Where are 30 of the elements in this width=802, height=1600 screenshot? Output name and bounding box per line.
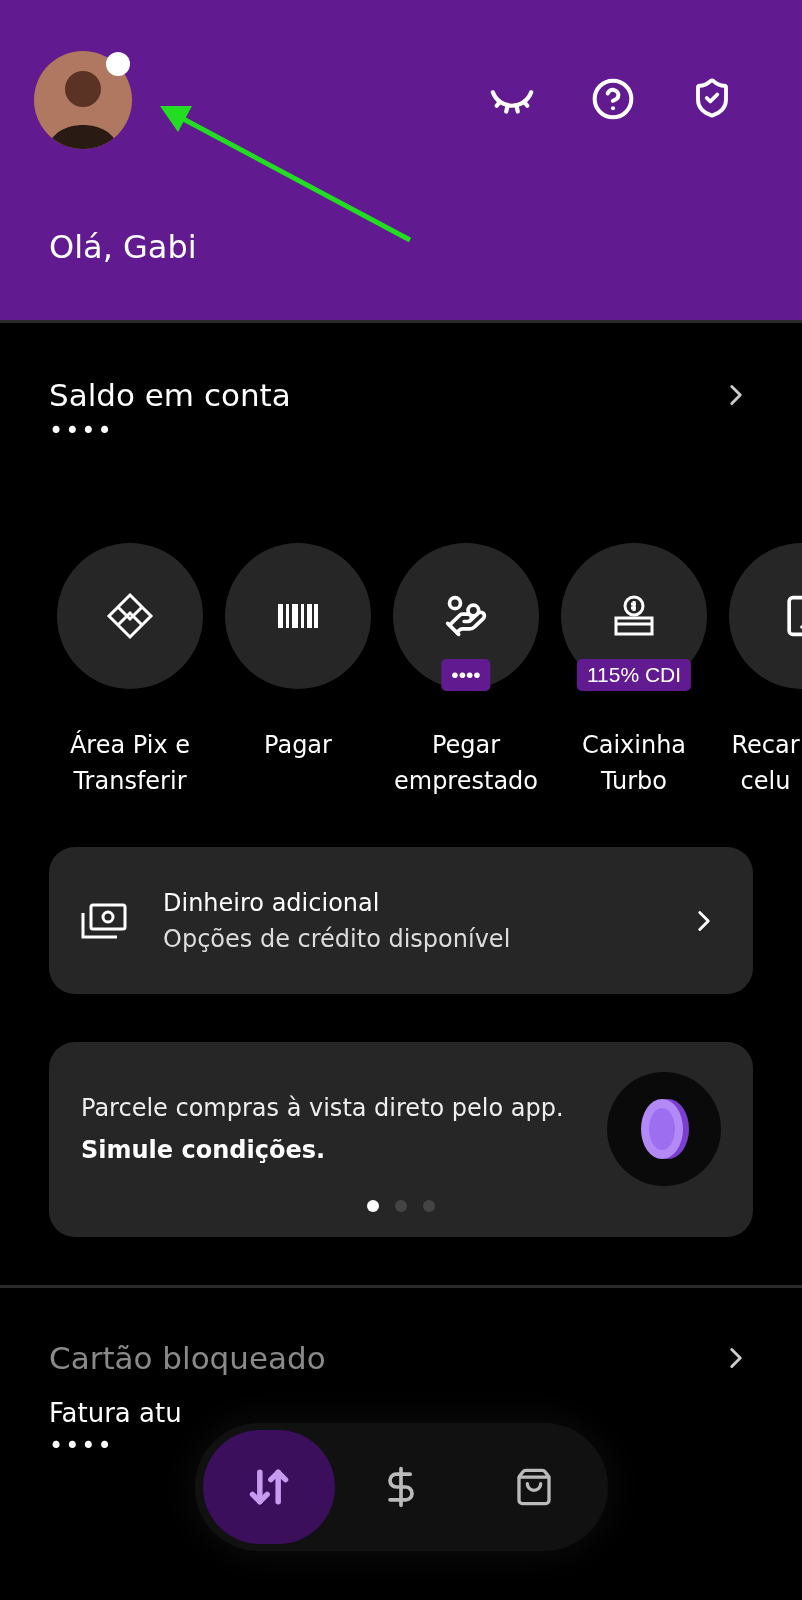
balance-title[interactable]: Saldo em conta (49, 377, 291, 413)
shortcut-label: Área Pix e Transferir (68, 729, 192, 797)
shortcut-button[interactable]: •••• (393, 543, 539, 689)
shortcut-label: Pagar (263, 730, 333, 761)
credit-subtitle: Opções de crédito disponível (163, 924, 512, 953)
diamond-icon (105, 591, 155, 641)
hidden-invoice: •••• (49, 1432, 115, 1460)
credit-title: Dinheiro adicional (163, 888, 381, 917)
shortcut-label: Caixinha Turbo (580, 730, 688, 797)
hand-coin-icon (444, 594, 488, 638)
page-dot[interactable] (395, 1200, 407, 1212)
card-title[interactable]: Cartão bloqueado (49, 1340, 326, 1376)
shortcut-label: Recar celu (730, 730, 801, 797)
coin-icon (607, 1072, 721, 1186)
shortcut-badge: •••• (441, 659, 491, 691)
promo-text: Parcele compras à vista direto pelo app. Simule condições. (81, 1093, 565, 1166)
coin-box-icon (612, 594, 656, 638)
barcode-icon (278, 604, 318, 628)
greeting: Olá, Gabi (49, 228, 198, 266)
nav-button[interactable] (203, 1430, 336, 1544)
shortcut-badge: 115% CDI (576, 659, 692, 691)
banknotes-icon (81, 902, 127, 939)
invoice-label: Fatura atu (49, 1398, 183, 1428)
shortcut-label: Pegar emprestado (393, 730, 539, 797)
hidden-balance: •••• (49, 417, 115, 445)
promo-card[interactable]: Parcele compras à vista direto pelo app. Simule condições. (49, 1042, 753, 1237)
page-dot[interactable] (423, 1200, 435, 1212)
credit-card-panel[interactable]: Dinheiro adicional Opções de crédito disponível (49, 847, 753, 994)
shortcut-button[interactable]: 115% CDI (561, 543, 707, 689)
page-dot[interactable] (367, 1200, 379, 1212)
